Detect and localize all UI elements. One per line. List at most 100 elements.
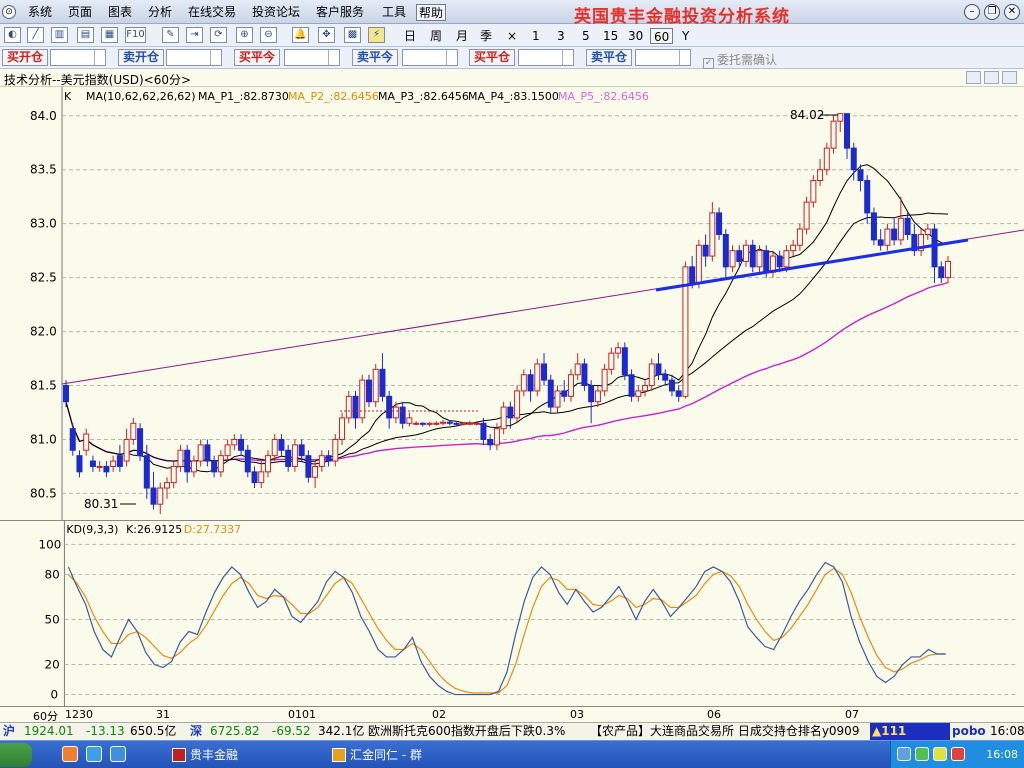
start-button[interactable]	[0, 743, 32, 767]
candle-body	[116, 455, 123, 467]
tray-icon[interactable]	[933, 747, 947, 761]
candle-body	[426, 422, 433, 425]
period-60min[interactable]: 60	[650, 28, 674, 44]
period-close[interactable]: ×	[507, 28, 517, 44]
period-3min[interactable]: 3	[557, 28, 565, 44]
candle-body	[487, 438, 494, 446]
period-1min[interactable]: 1	[532, 28, 540, 44]
sell-close-today-qty-stepper[interactable]	[402, 49, 458, 66]
candle-body	[864, 180, 871, 214]
qq-icon[interactable]	[951, 747, 965, 761]
sell-close-qty-stepper[interactable]	[635, 49, 691, 66]
grid-icon[interactable]: ▦	[101, 27, 118, 43]
sell-close-today-button[interactable]: 卖平今	[352, 49, 398, 66]
menu-system[interactable]: 系统	[26, 4, 54, 21]
sell-close-button[interactable]: 卖平仓	[586, 49, 632, 66]
menu-help[interactable]: 帮助	[416, 4, 447, 21]
f10-icon[interactable]: F10	[125, 27, 146, 43]
ie-icon[interactable]	[110, 746, 126, 762]
bar-chart-icon[interactable]: ▥	[51, 27, 68, 43]
candle-body	[877, 239, 884, 246]
news-item[interactable]: 【农产品】大连商品交易所 日成交持仓排名y0909	[590, 723, 859, 740]
warning-icon: ▲	[872, 724, 882, 738]
candle-body	[137, 428, 144, 457]
export-icon[interactable]: ⇥	[186, 27, 203, 43]
kd-indicator-chart[interactable]: 0 20 50 80 100 KD(9,3,3) K:26.9125 D:27.7337	[0, 520, 1024, 706]
period-month[interactable]: 月	[456, 28, 468, 44]
menu-customer-service[interactable]: 客户服务	[314, 4, 366, 21]
alarm-bell-icon[interactable]: 🔔	[292, 27, 309, 43]
menu-analysis[interactable]: 分析	[146, 4, 174, 21]
candle-body	[736, 250, 743, 262]
candle-body	[177, 449, 184, 467]
candle-body	[891, 228, 898, 241]
buy-open-qty-stepper[interactable]	[50, 49, 106, 66]
buy-close-qty-stepper[interactable]	[518, 49, 574, 66]
minimize-icon[interactable]: –	[964, 4, 980, 20]
period-season[interactable]: 季	[480, 28, 492, 44]
maximize-panel-icon[interactable]	[1002, 71, 1017, 84]
news-item[interactable]: 欧洲斯托克600指数开盘后下跌0.3%	[368, 723, 565, 740]
alert-badge[interactable]: ▲111	[870, 723, 950, 740]
candle-body	[285, 449, 292, 467]
x-label: 07	[845, 708, 859, 721]
sz-label: 深	[190, 724, 203, 738]
period-5min[interactable]: 5	[582, 28, 590, 44]
zoom-out-icon[interactable]: ⊖	[260, 27, 277, 43]
taskbar-app-gf[interactable]: 贵丰金融	[170, 744, 320, 766]
candle-body	[938, 266, 945, 279]
candle-body	[392, 406, 399, 419]
restore-icon[interactable]: ❐	[984, 4, 1000, 20]
browser-icon[interactable]	[62, 746, 78, 762]
taskbar-app-chat[interactable]: 汇金同仁 - 群	[330, 744, 490, 766]
sh-label: 沪	[3, 724, 16, 738]
menu-online-trading[interactable]: 在线交易	[186, 4, 238, 21]
draw-pen-icon[interactable]: ✎	[162, 27, 179, 43]
buy-close-today-qty-stepper[interactable]	[284, 49, 340, 66]
order-confirm-checkbox[interactable]: ✓ 委托需确认	[703, 51, 777, 69]
candle-body	[702, 244, 709, 257]
lightning-icon[interactable]: ⚡	[368, 27, 385, 43]
candle-body	[332, 438, 339, 462]
period-day[interactable]: 日	[404, 28, 416, 44]
tray-icon[interactable]	[897, 747, 911, 761]
menu-chart[interactable]: 图表	[106, 4, 134, 21]
back-icon[interactable]: ◐	[4, 27, 21, 43]
zoom-in-icon[interactable]: ⊕	[236, 27, 253, 43]
desktop-icon[interactable]	[86, 746, 102, 762]
period-week[interactable]: 周	[430, 28, 442, 44]
candle-body	[520, 374, 527, 392]
shrink-left-icon[interactable]	[966, 71, 981, 84]
candle-body	[897, 217, 904, 241]
tray-icon[interactable]	[915, 747, 929, 761]
expand-icon[interactable]	[984, 71, 999, 84]
candle-body	[567, 374, 574, 397]
menu-tools[interactable]: 工具	[380, 4, 408, 21]
candle-body	[534, 363, 541, 392]
y-tick-label: 84.0	[30, 109, 57, 123]
buy-close-today-button[interactable]: 买平今	[234, 49, 280, 66]
price-chart[interactable]: 80.5 81.0 81.5 82.0 82.5 83.0 83.5 84.0 K MA(10…	[0, 87, 1024, 520]
sell-open-button[interactable]: 卖开仓	[118, 49, 164, 66]
menu-page[interactable]: 页面	[66, 4, 94, 21]
candle-body	[662, 374, 669, 381]
close-icon[interactable]: ✕	[1004, 4, 1020, 20]
candle-body	[844, 113, 851, 149]
line-chart-icon[interactable]: ╱	[27, 27, 44, 43]
puzzle-icon[interactable]: ✥	[318, 27, 335, 43]
period-30min[interactable]: 30	[628, 28, 643, 44]
buy-close-button[interactable]: 买平仓	[469, 49, 515, 66]
candle-body	[352, 395, 359, 419]
candle-body	[204, 444, 211, 462]
refresh-icon[interactable]: ⟳	[210, 27, 227, 43]
app-menu-icon[interactable]: ⊙	[2, 5, 16, 19]
period-year[interactable]: Y	[682, 28, 689, 44]
period-15min[interactable]: 15	[603, 28, 618, 44]
buy-open-button[interactable]: 买开仓	[2, 49, 48, 66]
candle-body	[574, 363, 581, 376]
sell-open-qty-stepper[interactable]	[166, 49, 222, 66]
menu-forum[interactable]: 投资论坛	[250, 4, 302, 21]
table-icon[interactable]: ▤	[77, 27, 94, 43]
colors-icon[interactable]: ▩	[344, 27, 361, 43]
candle-body	[197, 444, 204, 462]
